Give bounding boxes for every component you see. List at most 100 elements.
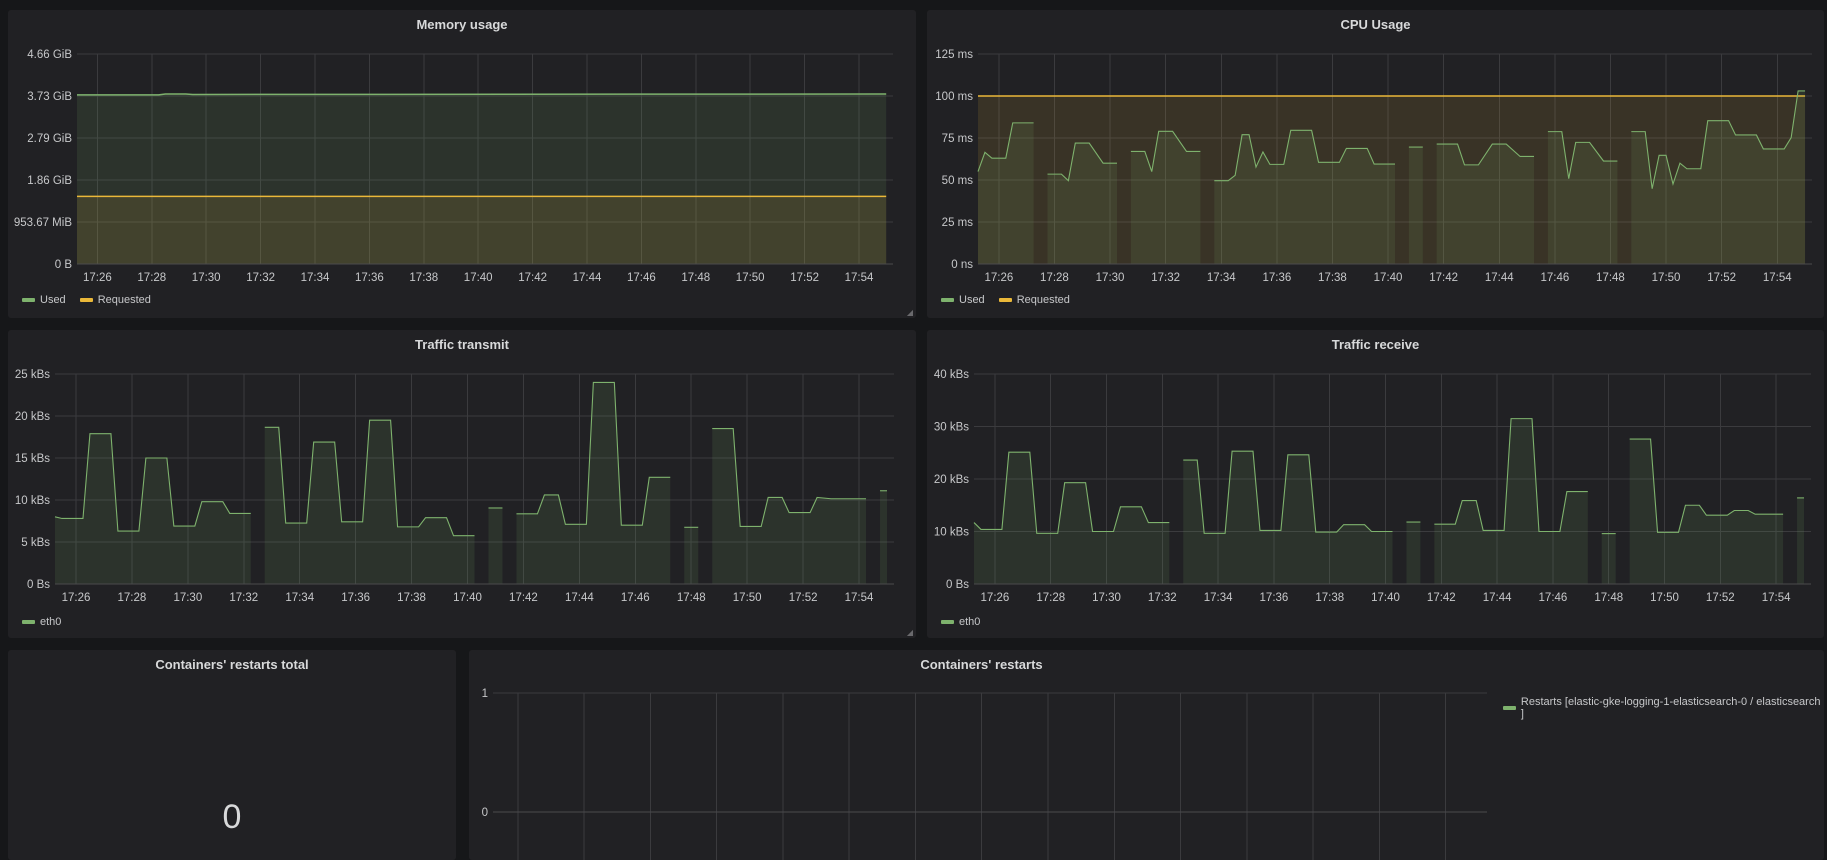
x-tick-label: 17:40 [453,592,482,604]
x-tick-label: 17:48 [1596,272,1625,284]
resize-handle-icon[interactable]: ◢ [907,628,913,637]
y-tick-label: 0 B [55,259,73,271]
legend-item-used[interactable]: Used [22,294,66,306]
y-tick-label: 0 Bs [946,579,969,591]
legend: Restarts [elastic-gke-logging-1-elastics… [1503,696,1824,720]
x-tick-label: 17:52 [789,592,818,604]
x-tick-label: 17:34 [285,592,314,604]
series-area-fill [264,420,475,584]
series-color-marker [22,298,35,302]
legend-item-eth0[interactable]: eth0 [22,616,61,628]
y-tick-label: 75 ms [942,133,974,145]
series-area-fill [684,527,699,584]
cpu-usage-panel: CPU Usage 0 ns 25 ms 50 ms 75 ms 100 ms 125 m… [927,10,1824,318]
x-tick-label: 17:28 [1040,272,1069,284]
memory-usage-panel: Memory usage 0 B 953.67 MiB 1.86 GiB 2.79 G… [8,10,916,318]
legend-item-requested[interactable]: Requested [79,294,151,306]
cpu-usage-chart[interactable]: 0 ns 25 ms 50 ms 75 ms 100 ms 125 ms 17:26 17:2… [927,10,1824,318]
x-tick-label: 17:38 [1315,592,1344,604]
series-area-fill [1408,147,1423,264]
series-color-marker [79,298,93,302]
legend-item-eth0[interactable]: eth0 [941,616,980,628]
legend-label: eth0 [959,616,981,628]
legend: Used Requested [22,294,151,306]
x-tick-label: 17:26 [984,272,1013,284]
x-tick-label: 17:40 [1371,592,1400,604]
x-tick-label: 17:44 [565,592,594,604]
x-tick-label: 17:48 [677,592,706,604]
x-tick-label: 17:48 [681,272,710,284]
x-tick-label: 17:32 [229,592,258,604]
x-tick-label: 17:34 [301,272,330,284]
x-tick-label: 17:34 [1204,592,1233,604]
series-area-fill [55,433,251,584]
x-tick-label: 17:54 [845,272,874,284]
legend-label: Requested [97,294,151,306]
x-tick-label: 17:32 [246,272,275,284]
y-tick-label: 953.67 MiB [14,217,73,229]
x-tick-label: 17:28 [1036,592,1065,604]
x-tick-label: 17:50 [736,272,765,284]
y-tick-label: 10 kBs [934,527,969,539]
legend-item-restarts[interactable]: Restarts [elastic-gke-logging-1-elastics… [1503,696,1824,720]
panel-title[interactable]: Containers' restarts total [8,657,456,672]
legend-label: eth0 [40,616,62,628]
traffic-transmit-panel: Traffic transmit 0 Bs 5 kBs 10 kBs 15 kBs 20… [8,330,916,638]
series-area-fill [880,490,888,584]
traffic-receive-panel: Traffic receive 0 Bs 10 kBs 20 kBs 30 kBs 40… [927,330,1824,638]
y-tick-label: 25 ms [942,217,974,229]
memory-usage-chart[interactable]: 0 B 953.67 MiB 1.86 GiB 2.79 GiB 3.73 GiB 4.6… [8,10,916,318]
x-tick-label: 17:54 [845,592,874,604]
x-tick-label: 17:28 [118,592,147,604]
x-tick-label: 17:46 [621,592,650,604]
y-tick-label: 125 ms [935,49,973,61]
traffic-receive-chart[interactable]: 0 Bs 10 kBs 20 kBs 30 kBs 40 kBs 17:26 17:28 17… [927,330,1824,638]
x-tick-label: 17:40 [464,272,493,284]
containers-restarts-total-panel: Containers' restarts total 0 [8,650,456,860]
legend-label: Used [40,294,66,306]
x-tick-label: 17:36 [355,272,384,284]
x-tick-label: 17:46 [1539,592,1568,604]
y-tick-label: 2.79 GiB [27,133,72,145]
y-tick-label: 30 kBs [934,422,969,434]
x-tick-label: 17:54 [1763,272,1792,284]
legend-label: Requested [1016,294,1070,306]
series-color-marker [941,298,954,302]
series-area-fill [77,196,887,264]
x-tick-label: 17:30 [1092,592,1121,604]
x-tick-label: 17:44 [1483,592,1512,604]
series-color-marker [22,620,35,624]
y-tick-label: 1.86 GiB [27,175,72,187]
series-area-fill [516,382,671,584]
x-tick-label: 17:38 [397,592,426,604]
y-tick-label: 0 [482,807,488,819]
series-color-marker [998,298,1012,302]
x-tick-label: 17:36 [341,592,370,604]
resize-handle-icon[interactable]: ◢ [907,308,913,317]
x-tick-label: 17:32 [1151,272,1180,284]
x-tick-label: 17:26 [981,592,1010,604]
y-tick-label: 3.73 GiB [27,91,72,103]
y-tick-label: 10 kBs [15,495,50,507]
stat-value: 0 [222,798,242,836]
y-tick-label: 100 ms [935,91,973,103]
legend-label: Used [959,294,985,306]
traffic-transmit-chart[interactable]: 0 Bs 5 kBs 10 kBs 15 kBs 20 kBs 25 kBs 17:26 17… [8,330,916,638]
x-tick-label: 17:44 [573,272,602,284]
containers-restarts-panel: Containers' restarts 01 Restarts [elasti… [469,650,1824,860]
x-tick-label: 17:52 [1707,272,1736,284]
x-tick-label: 17:52 [790,272,819,284]
legend-item-requested[interactable]: Requested [998,294,1070,306]
series-color-marker [941,620,954,624]
x-tick-label: 17:38 [409,272,438,284]
y-tick-label: 5 kBs [21,537,50,549]
legend-item-used[interactable]: Used [941,294,985,306]
x-tick-label: 17:42 [518,272,547,284]
x-tick-label: 17:36 [1262,272,1291,284]
x-tick-label: 17:54 [1762,592,1791,604]
x-tick-label: 17:28 [137,272,166,284]
y-tick-label: 1 [482,688,488,700]
series-area-fill [1797,497,1805,584]
y-tick-label: 20 kBs [15,411,50,423]
containers-restarts-chart[interactable]: 01 [469,650,1509,860]
